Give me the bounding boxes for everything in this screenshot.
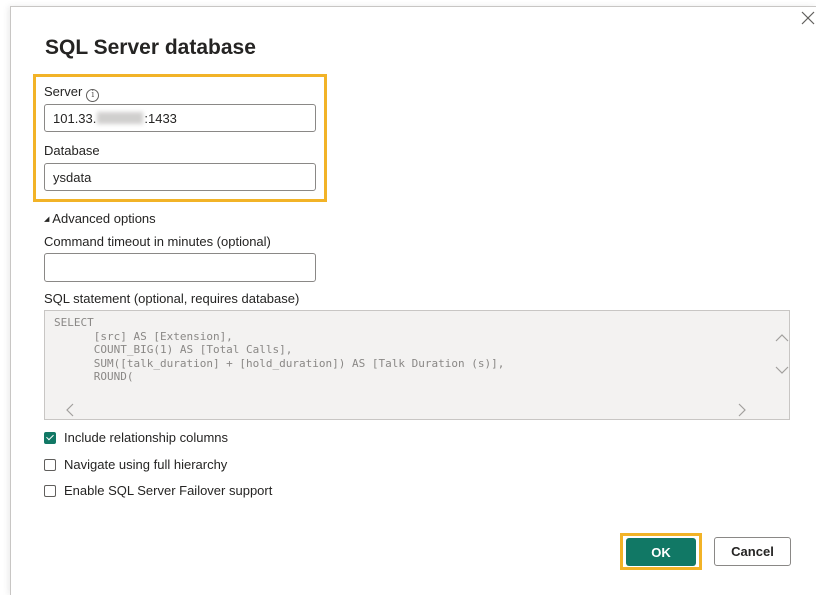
ok-button[interactable]: OK — [626, 538, 696, 566]
sql-statement-text: SELECT [src] AS [Extension], COUNT_BIG(1… — [54, 316, 505, 383]
failover-support-label: Enable SQL Server Failover support — [64, 483, 273, 498]
close-icon[interactable] — [800, 10, 816, 26]
collapse-triangle-icon: ◢ — [44, 215, 50, 223]
include-relationship-columns-label: Include relationship columns — [64, 430, 229, 445]
cancel-button[interactable]: Cancel — [714, 537, 791, 566]
chevron-left-icon[interactable] — [65, 403, 75, 417]
sql-statement-label: SQL statement (optional, requires databa… — [44, 291, 300, 306]
server-value-prefix: 101.33. — [53, 110, 97, 126]
advanced-options-label: Advanced options — [52, 211, 156, 226]
sql-statement-textarea[interactable]: SELECT [src] AS [Extension], COUNT_BIG(1… — [44, 310, 790, 420]
info-icon[interactable]: i — [86, 89, 100, 102]
advanced-options-toggle[interactable]: ◢ Advanced options — [44, 211, 156, 226]
server-input[interactable]: 101.33. :1433 — [44, 104, 316, 132]
failover-support-checkbox[interactable] — [44, 485, 56, 497]
navigate-full-hierarchy-checkbox[interactable] — [44, 459, 56, 471]
command-timeout-label: Command timeout in minutes (optional) — [44, 234, 271, 249]
chevron-up-icon[interactable] — [775, 333, 789, 343]
command-timeout-input[interactable] — [44, 253, 316, 282]
navigate-full-hierarchy-label: Navigate using full hierarchy — [64, 457, 228, 472]
chevron-right-icon[interactable] — [737, 403, 747, 417]
server-value-suffix: :1433 — [144, 110, 177, 126]
include-relationship-columns-checkbox[interactable] — [44, 432, 56, 444]
database-input[interactable]: ysdata — [44, 163, 316, 191]
database-label: Database — [44, 143, 100, 158]
server-label: Server — [44, 84, 83, 99]
chevron-down-icon[interactable] — [775, 365, 789, 375]
redacted-ip-segment — [97, 112, 144, 124]
dialog-title: SQL Server database — [45, 36, 256, 59]
server-label-row: Server i — [44, 84, 100, 102]
